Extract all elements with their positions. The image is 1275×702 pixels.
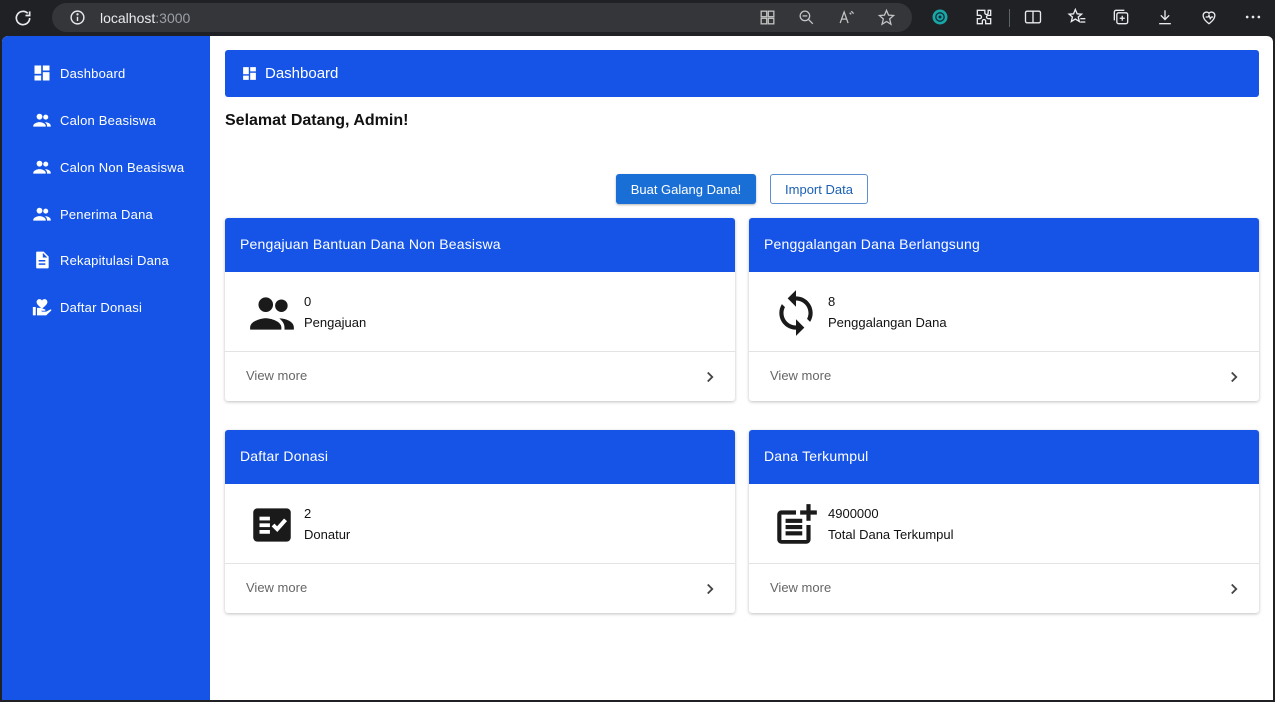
view-more-link[interactable]: View more <box>749 563 1259 613</box>
collections-icon[interactable] <box>1111 7 1131 27</box>
card-body: 4900000 Total Dana Terkumpul <box>749 484 1259 563</box>
card-header: Dana Terkumpul <box>749 430 1259 484</box>
import-data-button[interactable]: Import Data <box>770 174 868 204</box>
view-more-label: View more <box>246 580 308 595</box>
sidebar: Dashboard Calon Beasiswa Calon Non Beasi… <box>2 36 210 700</box>
sidebar-item-label: Rekapitulasi Dana <box>60 252 169 268</box>
sidebar-item-label: Calon Non Beasiswa <box>60 159 185 175</box>
card-daftar-donasi: Daftar Donasi 2 Donatur View more <box>225 430 735 613</box>
card-penggalangan: Penggalangan Dana Berlangsung 8 Penggala… <box>749 218 1259 401</box>
app-grid-icon[interactable] <box>758 8 777 27</box>
sidebar-item-calon-non-beasiswa[interactable]: Calon Non Beasiswa <box>2 149 210 185</box>
browser-essentials-icon[interactable] <box>1199 7 1219 27</box>
view-more-label: View more <box>246 368 308 383</box>
people-icon <box>33 207 51 221</box>
card-title: Daftar Donasi <box>240 448 329 464</box>
card-title: Penggalangan Dana Berlangsung <box>764 236 980 252</box>
url-port: :3000 <box>155 10 191 26</box>
favorites-icon[interactable] <box>1067 7 1087 27</box>
info-icon[interactable] <box>69 9 86 26</box>
sidebar-item-daftar-donasi[interactable]: Daftar Donasi <box>2 289 210 325</box>
sidebar-item-rekapitulasi-dana[interactable]: Rekapitulasi Dana <box>2 242 210 278</box>
dashboard-icon <box>34 65 50 81</box>
people-icon <box>33 160 51 174</box>
card-value: 8 <box>828 294 836 309</box>
card-body: 2 Donatur <box>225 484 735 563</box>
read-aloud-icon[interactable] <box>837 8 856 27</box>
card-header: Daftar Donasi <box>225 430 735 484</box>
welcome-message: Selamat Datang, Admin! <box>225 112 409 129</box>
favorite-star-icon[interactable] <box>877 8 896 27</box>
volunteer-icon <box>32 299 52 316</box>
chevron-right-icon <box>1231 583 1238 595</box>
card-unit: Penggalangan Dana <box>828 315 947 330</box>
url-host: localhost <box>100 10 156 26</box>
view-more-link[interactable]: View more <box>225 351 735 401</box>
sidebar-item-label: Calon Beasiswa <box>60 112 157 128</box>
view-more-label: View more <box>770 368 832 383</box>
chevron-right-icon <box>707 371 714 383</box>
fact-check-icon <box>253 508 291 542</box>
main-content: Dashboard Selamat Datang, Admin! Buat Ga… <box>210 36 1273 700</box>
card-body: 0 Pengajuan <box>225 272 735 351</box>
view-more-link[interactable]: View more <box>749 351 1259 401</box>
dashboard-icon <box>243 67 256 80</box>
view-more-label: View more <box>770 580 832 595</box>
sidebar-item-penerima-dana[interactable]: Penerima Dana <box>2 196 210 232</box>
page-header: Dashboard <box>225 50 1259 97</box>
sidebar-item-label: Daftar Donasi <box>60 299 143 315</box>
chevron-right-icon <box>707 583 714 595</box>
card-title: Pengajuan Bantuan Dana Non Beasiswa <box>240 236 501 252</box>
sidebar-item-calon-beasiswa[interactable]: Calon Beasiswa <box>2 102 210 138</box>
address-bar[interactable]: localhost:3000 <box>52 3 912 32</box>
view-more-link[interactable]: View more <box>225 563 735 613</box>
card-value: 0 <box>304 294 312 309</box>
download-icon[interactable] <box>1155 7 1175 27</box>
more-options-icon[interactable] <box>1243 7 1263 27</box>
post-add-icon <box>777 504 817 544</box>
app-window: Dashboard Calon Beasiswa Calon Non Beasi… <box>2 36 1273 700</box>
page-title: Dashboard <box>265 65 339 82</box>
split-screen-icon[interactable] <box>1023 7 1043 27</box>
card-unit: Total Dana Terkumpul <box>828 527 954 542</box>
document-icon <box>36 251 49 269</box>
sync-icon <box>779 290 813 336</box>
card-title: Dana Terkumpul <box>764 448 869 464</box>
card-value: 2 <box>304 506 312 521</box>
chevron-right-icon <box>1231 371 1238 383</box>
toolbar-separator <box>1009 9 1010 27</box>
sidebar-item-label: Dashboard <box>60 65 126 81</box>
card-unit: Pengajuan <box>304 315 367 330</box>
people-icon <box>250 297 294 330</box>
extension-globe-icon[interactable] <box>930 7 950 27</box>
people-icon <box>33 113 51 127</box>
card-body: 8 Penggalangan Dana <box>749 272 1259 351</box>
url-text: localhost:3000 <box>100 10 190 26</box>
reload-icon[interactable] <box>13 8 33 28</box>
sidebar-item-label: Penerima Dana <box>60 206 153 222</box>
card-value: 4900000 <box>828 506 879 521</box>
browser-toolbar: localhost:3000 <box>0 0 1275 36</box>
card-header: Pengajuan Bantuan Dana Non Beasiswa <box>225 218 735 272</box>
sidebar-item-dashboard[interactable]: Dashboard <box>2 55 210 91</box>
card-unit: Donatur <box>304 527 351 542</box>
card-header: Penggalangan Dana Berlangsung <box>749 218 1259 272</box>
card-pengajuan: Pengajuan Bantuan Dana Non Beasiswa 0 Pe… <box>225 218 735 401</box>
card-dana-terkumpul: Dana Terkumpul 4900000 Total Dana Terkum… <box>749 430 1259 613</box>
extensions-icon[interactable] <box>974 7 994 27</box>
create-fundraiser-button[interactable]: Buat Galang Dana! <box>616 174 756 204</box>
zoom-icon[interactable] <box>797 8 816 27</box>
